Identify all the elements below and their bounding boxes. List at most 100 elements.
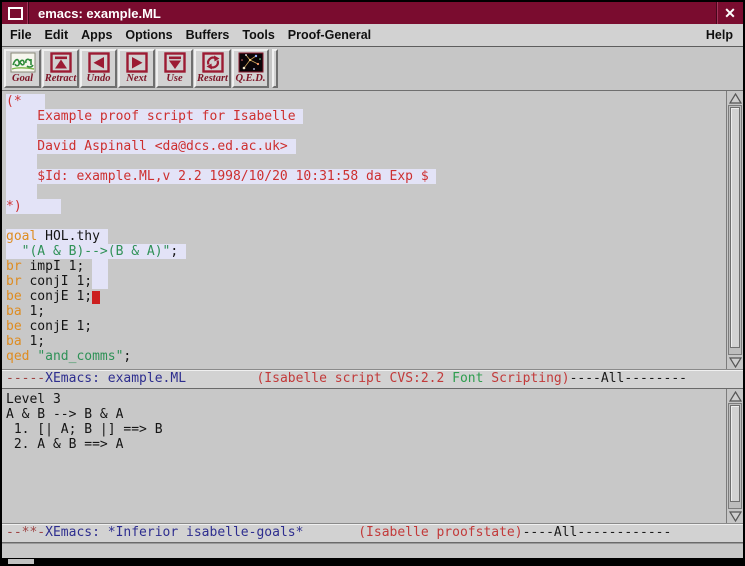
title-bar: emacs: example.ML ✕ bbox=[2, 2, 743, 24]
text-segment: ----All------------ bbox=[523, 525, 672, 540]
goals-buffer-text: Level 3A & B --> B & A 1. [| A; B |] ==>… bbox=[2, 389, 743, 452]
text-segment bbox=[6, 154, 37, 169]
window-menu-button[interactable] bbox=[2, 2, 29, 24]
goal-button-label: Goal bbox=[12, 73, 33, 84]
buffer-line: 2. A & B ==> A bbox=[6, 437, 743, 452]
text-segment: $Id: example.ML,v 2.2 1998/10/20 10:31:5… bbox=[6, 169, 436, 184]
scrollbar-trough[interactable] bbox=[728, 403, 742, 509]
goal-button[interactable]: Goal bbox=[4, 49, 41, 88]
menu-tools[interactable]: Tools bbox=[242, 28, 274, 42]
buffer-line bbox=[6, 214, 743, 229]
scrollbar-down-arrow[interactable] bbox=[727, 509, 743, 523]
buffer-line: Example proof script for Isabelle bbox=[6, 109, 743, 124]
buffer-line: ba 1; bbox=[6, 334, 743, 349]
text-segment bbox=[6, 184, 37, 199]
buffer-line: goal HOL.thy bbox=[6, 229, 743, 244]
buffer-line: br conjI 1; bbox=[6, 274, 743, 289]
next-right-icon bbox=[126, 52, 148, 73]
text-segment: Example proof script for Isabelle bbox=[6, 109, 303, 124]
buffer-line: br impI 1; bbox=[6, 259, 743, 274]
text-segment: Font bbox=[452, 371, 483, 386]
scrollbar-trough[interactable] bbox=[728, 105, 742, 355]
buffer-line bbox=[6, 124, 743, 139]
menu-apps[interactable]: Apps bbox=[81, 28, 112, 42]
restart-cycle-icon bbox=[202, 52, 224, 73]
qed-button[interactable]: Q.E.D. bbox=[232, 49, 269, 88]
goals-buffer-window[interactable]: Level 3A & B --> B & A 1. [| A; B |] ==>… bbox=[2, 389, 743, 523]
goals-buffer-scrollbar[interactable] bbox=[726, 389, 743, 523]
script-buffer-scrollbar[interactable] bbox=[726, 91, 743, 369]
scrollbar-thumb[interactable] bbox=[730, 107, 740, 348]
next-button[interactable]: Next bbox=[118, 49, 155, 88]
text-segment: (* bbox=[6, 94, 22, 109]
text-segment: XEmacs: example.ML bbox=[45, 371, 186, 386]
text-segment: XEmacs: *Inferior isabelle-goals* bbox=[45, 525, 303, 540]
buffer-line: 1. [| A; B |] ==> B bbox=[6, 422, 743, 437]
buffer-line: *) bbox=[6, 199, 743, 214]
menu-options[interactable]: Options bbox=[125, 28, 172, 42]
buffer-line: A & B --> B & A bbox=[6, 407, 743, 422]
buffer-line: -----XEmacs: example.ML (Isabelle script… bbox=[2, 370, 743, 388]
text-segment: ba bbox=[6, 334, 22, 349]
text-segment: ; bbox=[170, 244, 186, 259]
menu-edit[interactable]: Edit bbox=[45, 28, 69, 42]
text-segment bbox=[22, 94, 45, 109]
text-segment bbox=[6, 244, 22, 259]
buffer-line: (* bbox=[6, 94, 743, 109]
buffer-line: David Aspinall <da@dcs.ed.ac.uk> bbox=[6, 139, 743, 154]
retract-button[interactable]: Retract bbox=[42, 49, 79, 88]
bottom-frame-strip bbox=[2, 558, 743, 566]
goals-buffer-modeline[interactable]: --**-XEmacs: *Inferior isabelle-goals* (… bbox=[2, 523, 743, 543]
text-segment: "(A & B)-->(B & A)" bbox=[22, 244, 171, 259]
menu-help[interactable]: Help bbox=[706, 28, 733, 42]
text-segment: impI 1; bbox=[22, 259, 92, 274]
text-segment bbox=[22, 199, 61, 214]
window-menu-icon bbox=[8, 7, 23, 20]
restart-button[interactable]: Restart bbox=[194, 49, 231, 88]
text-segment: conjE 1; bbox=[22, 289, 92, 304]
retract-button-label: Retract bbox=[45, 73, 77, 84]
text-segment: ----All-------- bbox=[570, 371, 687, 386]
buffer-line bbox=[6, 184, 743, 199]
text-segment: Scripting) bbox=[491, 371, 569, 386]
proof-toolbar: Goal Retract Undo Next bbox=[2, 47, 743, 91]
restart-button-label: Restart bbox=[197, 73, 228, 84]
scrollbar-thumb[interactable] bbox=[730, 405, 740, 502]
text-segment: br bbox=[6, 274, 22, 289]
text-segment: conjI 1; bbox=[22, 274, 92, 289]
text-segment: HOL.thy bbox=[37, 229, 107, 244]
scrollbar-up-arrow[interactable] bbox=[727, 91, 743, 105]
script-buffer-window[interactable]: (* Example proof script for Isabelle Dav… bbox=[2, 91, 743, 369]
qed-button-label: Q.E.D. bbox=[235, 73, 265, 84]
buffer-line: ba 1; bbox=[6, 304, 743, 319]
buffer-line: qed "and_comms"; bbox=[6, 349, 743, 364]
scrollbar-down-arrow[interactable] bbox=[727, 355, 743, 369]
text-cursor bbox=[92, 291, 100, 304]
minibuffer-gutter-handle bbox=[8, 559, 34, 564]
scrollbar-up-arrow[interactable] bbox=[727, 389, 743, 403]
undo-button-label: Undo bbox=[87, 73, 111, 84]
text-segment: qed bbox=[6, 349, 29, 364]
menu-buffers[interactable]: Buffers bbox=[186, 28, 230, 42]
undo-button[interactable]: Undo bbox=[80, 49, 117, 88]
echo-area[interactable] bbox=[2, 543, 743, 558]
text-segment: *) bbox=[6, 199, 22, 214]
text-segment: --**- bbox=[6, 525, 45, 540]
use-button[interactable]: Use bbox=[156, 49, 193, 88]
qed-image-icon bbox=[238, 52, 264, 73]
script-buffer-modeline[interactable]: -----XEmacs: example.ML (Isabelle script… bbox=[2, 369, 743, 389]
goal-image-icon bbox=[10, 52, 36, 73]
text-segment: 1; bbox=[22, 334, 45, 349]
text-segment bbox=[6, 124, 37, 139]
use-down-icon bbox=[164, 52, 186, 73]
menu-proof-general[interactable]: Proof-General bbox=[288, 28, 371, 42]
text-segment: 1; bbox=[22, 304, 45, 319]
text-segment: ba bbox=[6, 304, 22, 319]
menu-file[interactable]: File bbox=[10, 28, 32, 42]
buffer-line: $Id: example.ML,v 2.2 1998/10/20 10:31:5… bbox=[6, 169, 743, 184]
buffer-line: Level 3 bbox=[6, 392, 743, 407]
menu-bar: File Edit Apps Options Buffers Tools Pro… bbox=[2, 24, 743, 47]
text-segment: 1. [| A; B |] ==> B bbox=[6, 422, 163, 437]
text-segment: 2. A & B ==> A bbox=[6, 437, 123, 452]
close-button[interactable]: ✕ bbox=[716, 2, 743, 24]
